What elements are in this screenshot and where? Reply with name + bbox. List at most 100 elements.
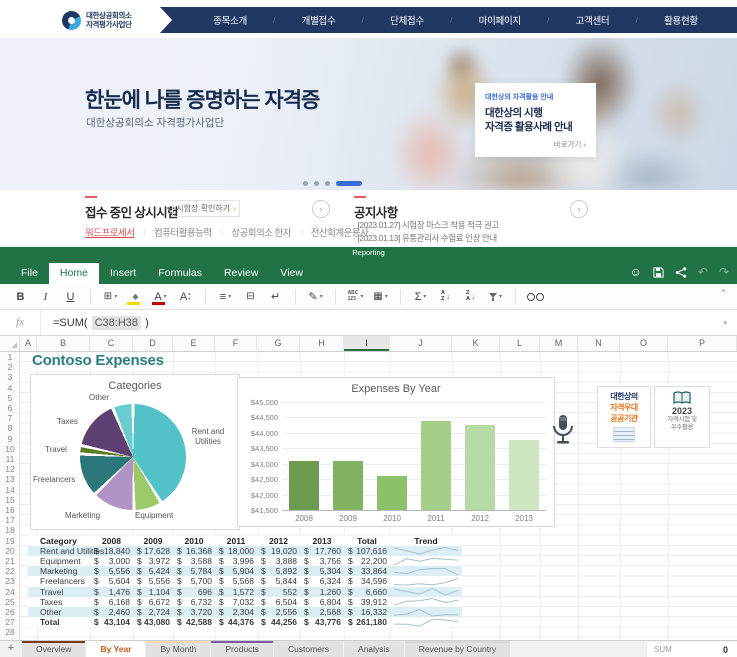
font-size-icon[interactable]: A▲▼ [175,288,196,306]
row-header-15[interactable]: 15 [0,495,20,505]
column-header-E[interactable]: E [173,336,215,351]
sheet-title-cell[interactable]: Contoso Expenses [32,352,164,369]
font-color-icon[interactable]: A▾ [150,288,171,306]
exam-link-1[interactable]: 워드프로세서 [85,225,134,239]
save-icon[interactable] [653,267,664,278]
nav-item-4[interactable]: 마이페이지 [479,13,521,27]
menu-review[interactable]: Review [213,262,269,284]
table-row[interactable]: Total$43,104$43,080$42,588$44,376$44,256… [28,617,462,627]
share-icon[interactable] [675,267,687,278]
table-row[interactable]: Taxes$6,168$6,672$6,732$7,032$6,504$6,80… [28,597,462,607]
table-row[interactable]: Other$2,460$2,724$3,720$2,304$2,556$2,56… [28,607,462,617]
notices-more-button[interactable]: › [570,200,588,218]
carousel-dot-active[interactable] [336,181,362,186]
sheet-tab-by-month[interactable]: By Month [146,641,210,657]
formula-expand-icon[interactable]: ▾ [723,319,727,327]
row-header-17[interactable]: 17 [0,515,20,525]
column-header-A[interactable]: A [20,336,37,351]
number-format-icon[interactable]: ABC123▾ [345,288,366,306]
sheet-tab-revenue-by-country[interactable]: Revenue by Country [405,641,511,657]
check-exam-site-button[interactable]: 시험장 확인하기› [172,200,240,217]
table-row[interactable]: Equipment$3,000$3,972$3,588$3,996$3,888$… [28,556,462,566]
sort-asc-icon[interactable]: AZ↓ [435,288,456,306]
undo-icon[interactable]: ↶ [698,266,708,278]
menu-formulas[interactable]: Formulas [147,262,213,284]
find-icon[interactable] [525,288,546,306]
table-row[interactable]: Rent and Utilities$18,840$17,628$16,368$… [28,546,462,556]
carousel-dot[interactable] [303,181,308,186]
kcci-logo[interactable]: 대한상공회의소 자격평가사업단 [62,7,132,33]
carousel-dots[interactable] [303,181,362,186]
row-header-13[interactable]: 13 [0,474,20,484]
row-header-6[interactable]: 6 [0,403,20,413]
table-row[interactable]: Category200820092010201120122013TotalTre… [28,536,462,546]
hero-banner[interactable]: 한눈에 나를 증명하는 자격증 대한상공회의소 자격평가사업단 대한상의 자격활… [0,38,737,190]
row-header-21[interactable]: 21 [0,556,20,566]
column-header-H[interactable]: H [300,336,344,351]
row-header-26[interactable]: 26 [0,607,20,617]
insert-comment-icon[interactable]: ✎▾ [305,288,326,306]
column-header-P[interactable]: P [668,336,737,351]
row-header-20[interactable]: 20 [0,546,20,556]
insert-table-icon[interactable]: ▦▾ [370,288,391,306]
row-header-16[interactable]: 16 [0,505,20,515]
sheet-tab-customers[interactable]: Customers [274,641,343,657]
promo-card-2023-guide[interactable]: 2023 자격시험 및 우수활용 [654,386,710,448]
sheet-tab-overview[interactable]: Overview [22,641,85,657]
pie-chart-panel[interactable]: Categories Rent and UtilitiesEquipmentMa… [30,374,240,530]
autosum-icon[interactable]: Σ▾ [410,288,431,306]
column-header-G[interactable]: G [257,336,300,351]
column-header-L[interactable]: L [500,336,540,351]
row-header-27[interactable]: 27 [0,617,20,627]
row-header-7[interactable]: 7 [0,413,20,423]
column-header-N[interactable]: N [578,336,620,351]
notice-item-2[interactable]: [2023.01.13] 유통관리사 수험료 인상 안내 [352,232,499,245]
row-header-2[interactable]: 2 [0,362,20,372]
exam-link-3[interactable]: 상공회의소 한자 [231,225,291,239]
collapse-ribbon-icon[interactable]: ⌃ [719,288,727,299]
notice-item-1[interactable]: [2023.01.27] 시험장 마스크 착용 적극 권고 [352,219,499,232]
column-header-F[interactable]: F [215,336,257,351]
hero-promo-card[interactable]: 대한상의 자격활용 안내 대한상의 시행 자격증 활용사례 안내 바로가기 › [475,83,596,157]
sheet-tab-products[interactable]: Products [211,641,273,657]
column-header-I[interactable]: I [344,336,390,351]
row-header-10[interactable]: 10 [0,444,20,454]
row-header-9[interactable]: 9 [0,434,20,444]
row-header-3[interactable]: 3 [0,372,20,382]
filter-icon[interactable]: ▾ [485,288,506,306]
underline-icon[interactable]: U [60,288,81,306]
table-row[interactable]: Freelancers$5,604$5,556$5,700$5,568$5,84… [28,576,462,586]
row-header-24[interactable]: 24 [0,587,20,597]
redo-icon[interactable]: ↷ [719,266,729,278]
carousel-dot[interactable] [325,181,330,186]
carousel-dot[interactable] [314,181,319,186]
column-header-J[interactable]: J [390,336,452,351]
row-header-23[interactable]: 23 [0,576,20,586]
bold-icon[interactable]: B [10,288,31,306]
menu-file[interactable]: File [10,262,49,284]
row-header-5[interactable]: 5 [0,393,20,403]
row-header-28[interactable]: 28 [0,627,20,637]
row-header-22[interactable]: 22 [0,566,20,576]
column-header-C[interactable]: C [90,336,133,351]
promo-card-public-institution[interactable]: 대한상의 자격우대 공공기관 [597,386,651,448]
nav-item-2[interactable]: 개별접수 [302,13,336,27]
nav-item-3[interactable]: 단체접수 [390,13,424,27]
bar-chart-panel[interactable]: Expenses By Year $45,000$44,500$44,000$4… [237,377,555,527]
fill-color-icon[interactable]: ◆ [125,288,146,306]
borders-icon[interactable]: ⊞▾ [100,288,121,306]
column-header-D[interactable]: D [133,336,173,351]
row-header-4[interactable]: 4 [0,383,20,393]
sheet-tab-analysis[interactable]: Analysis [344,641,404,657]
column-header-M[interactable]: M [540,336,578,351]
table-row[interactable]: Marketing$5,556$5,424$5,784$5,904$5,892$… [28,566,462,576]
column-header-K[interactable]: K [452,336,500,351]
sort-desc-icon[interactable]: ZA↓ [460,288,481,306]
nav-item-5[interactable]: 고객센터 [576,13,610,27]
sheet-tab-by-year[interactable]: By Year [86,641,145,657]
row-header-14[interactable]: 14 [0,485,20,495]
menu-home[interactable]: Home [49,263,99,284]
row-header-11[interactable]: 11 [0,454,20,464]
align-icon[interactable]: ≡▾ [215,288,236,306]
nav-item-1[interactable]: 종목소개 [213,13,247,27]
